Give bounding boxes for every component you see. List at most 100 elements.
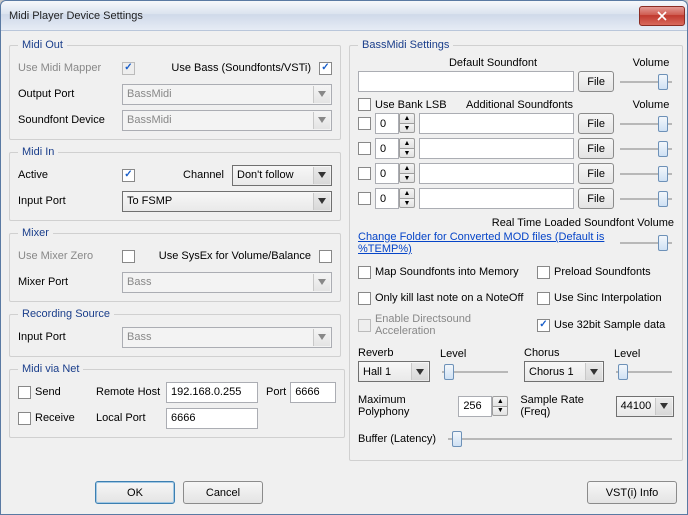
combo-sample-rate[interactable]: 44100 [616, 396, 674, 417]
checkbox-map-mem[interactable] [358, 266, 371, 279]
input-remote-host[interactable]: 192.168.0.255 [166, 382, 258, 403]
slider-sf-volume[interactable] [618, 189, 674, 209]
spin-down-icon[interactable]: ▼ [399, 148, 415, 158]
checkbox-receive[interactable] [18, 412, 31, 425]
file-button-sf[interactable]: File [578, 163, 614, 184]
label-reverb: Reverb [358, 347, 430, 359]
spinner-sf-bank[interactable]: 0▲▼ [375, 138, 415, 159]
input-sf-path[interactable] [419, 188, 574, 209]
slider-sf-volume[interactable] [618, 114, 674, 134]
spin-down-icon[interactable]: ▼ [492, 406, 508, 416]
label-use-mixer-zero: Use Mixer Zero [18, 250, 118, 262]
checkbox-sinc[interactable] [537, 292, 550, 305]
label-soundfont-device: Soundfont Device [18, 114, 118, 126]
slider-buffer[interactable] [446, 429, 674, 449]
ok-button[interactable]: OK [95, 481, 175, 504]
legend-midi-via-net: Midi via Net [18, 363, 83, 375]
header-volume2: Volume [628, 99, 674, 111]
checkbox-use-mixer-zero[interactable] [122, 250, 135, 263]
file-button-sf[interactable]: File [578, 188, 614, 209]
header-additional-sf: Additional Soundfonts [458, 99, 628, 111]
spin-up-icon[interactable]: ▲ [399, 138, 415, 148]
group-bassmidi: BassMidi Settings Default Soundfont Volu… [349, 39, 683, 461]
file-button-default[interactable]: File [578, 71, 614, 92]
spinner-sf-bank[interactable]: 0▲▼ [375, 113, 415, 134]
slider-default-volume[interactable] [618, 72, 674, 92]
combo-chorus[interactable]: Chorus 1 [524, 361, 604, 382]
checkbox-use-32bit[interactable] [537, 319, 550, 332]
file-button-sf[interactable]: File [578, 138, 614, 159]
checkbox-ds-accel [358, 319, 371, 332]
group-recording-source: Recording Source Input Port Bass [9, 308, 341, 357]
spinner-sf-bank[interactable]: 0▲▼ [375, 163, 415, 184]
input-default-sf[interactable] [358, 71, 574, 92]
checkbox-sf-enable[interactable] [358, 142, 371, 155]
sf-row: 0▲▼ File [358, 138, 674, 159]
combo-channel[interactable]: Don't follow [232, 165, 332, 186]
combo-rec-input-port: Bass [122, 327, 332, 348]
sf-row: 0▲▼ File [358, 188, 674, 209]
input-remote-port[interactable]: 6666 [290, 382, 336, 403]
checkbox-use-midi-mapper [122, 62, 135, 75]
label-rt-volume: Real Time Loaded Soundfont Volume [358, 217, 674, 229]
slider-rt-volume[interactable] [618, 233, 674, 253]
spin-up-icon[interactable]: ▲ [399, 188, 415, 198]
input-sf-path[interactable] [419, 138, 574, 159]
label-reverb-level: Level [440, 348, 510, 360]
input-sf-path[interactable] [419, 163, 574, 184]
file-button-sf[interactable]: File [578, 113, 614, 134]
chevron-down-icon [313, 167, 330, 184]
footer: OK Cancel VST(i) Info [1, 475, 687, 514]
checkbox-active[interactable] [122, 169, 135, 182]
label-max-poly: Maximum Polyphony [358, 394, 450, 418]
combo-reverb[interactable]: Hall 1 [358, 361, 430, 382]
label-send: Send [35, 386, 61, 398]
combo-soundfont-device: BassMidi [122, 110, 332, 131]
slider-sf-volume[interactable] [618, 164, 674, 184]
spin-down-icon[interactable]: ▼ [399, 173, 415, 183]
settings-window: Midi Player Device Settings Midi Out Use… [0, 0, 688, 515]
slider-reverb-level[interactable] [440, 362, 510, 382]
link-change-folder[interactable]: Change Folder for Converted MOD files (D… [358, 231, 614, 255]
spin-up-icon[interactable]: ▲ [399, 163, 415, 173]
slider-sf-volume[interactable] [618, 139, 674, 159]
input-sf-path[interactable] [419, 113, 574, 134]
checkbox-sf-enable[interactable] [358, 192, 371, 205]
checkbox-preload[interactable] [537, 266, 550, 279]
label-channel: Channel [183, 169, 224, 181]
checkbox-use-bank-lsb[interactable] [358, 98, 371, 111]
sf-row: 0▲▼ File [358, 163, 674, 184]
window-title: Midi Player Device Settings [9, 10, 639, 22]
cancel-button[interactable]: Cancel [183, 481, 263, 504]
checkbox-sf-enable[interactable] [358, 117, 371, 130]
legend-mixer: Mixer [18, 227, 53, 239]
checkbox-send[interactable] [18, 386, 31, 399]
group-midi-via-net: Midi via Net Send Remote Host 192.168.0.… [9, 363, 345, 438]
label-buffer: Buffer (Latency) [358, 433, 436, 445]
spin-up-icon[interactable]: ▲ [492, 396, 508, 406]
combo-midi-in-port[interactable]: To FSMP [122, 191, 332, 212]
close-icon [657, 11, 667, 21]
label-use-midi-mapper: Use Midi Mapper [18, 62, 118, 74]
checkbox-kill-last[interactable] [358, 292, 371, 305]
spin-down-icon[interactable]: ▼ [399, 123, 415, 133]
label-active: Active [18, 169, 118, 181]
spin-up-icon[interactable]: ▲ [399, 113, 415, 123]
close-button[interactable] [639, 6, 685, 26]
legend-midi-in: Midi In [18, 146, 58, 158]
group-midi-out: Midi Out Use Midi Mapper Use Bass (Sound… [9, 39, 341, 140]
chevron-down-icon [313, 274, 330, 291]
checkbox-use-sysex[interactable] [319, 250, 332, 263]
spin-down-icon[interactable]: ▼ [399, 198, 415, 208]
header-volume: Volume [628, 57, 674, 69]
checkbox-use-bass[interactable] [319, 62, 332, 75]
slider-chorus-level[interactable] [614, 362, 674, 382]
spinner-sf-bank[interactable]: 0▲▼ [375, 188, 415, 209]
combo-mixer-port: Bass [122, 272, 332, 293]
spinner-max-poly[interactable]: 256 ▲▼ [458, 396, 508, 417]
input-local-port[interactable]: 6666 [166, 408, 258, 429]
vst-info-button[interactable]: VST(i) Info [587, 481, 677, 504]
label-local-port: Local Port [96, 412, 162, 424]
label-use-bank-lsb: Use Bank LSB [375, 99, 447, 111]
checkbox-sf-enable[interactable] [358, 167, 371, 180]
